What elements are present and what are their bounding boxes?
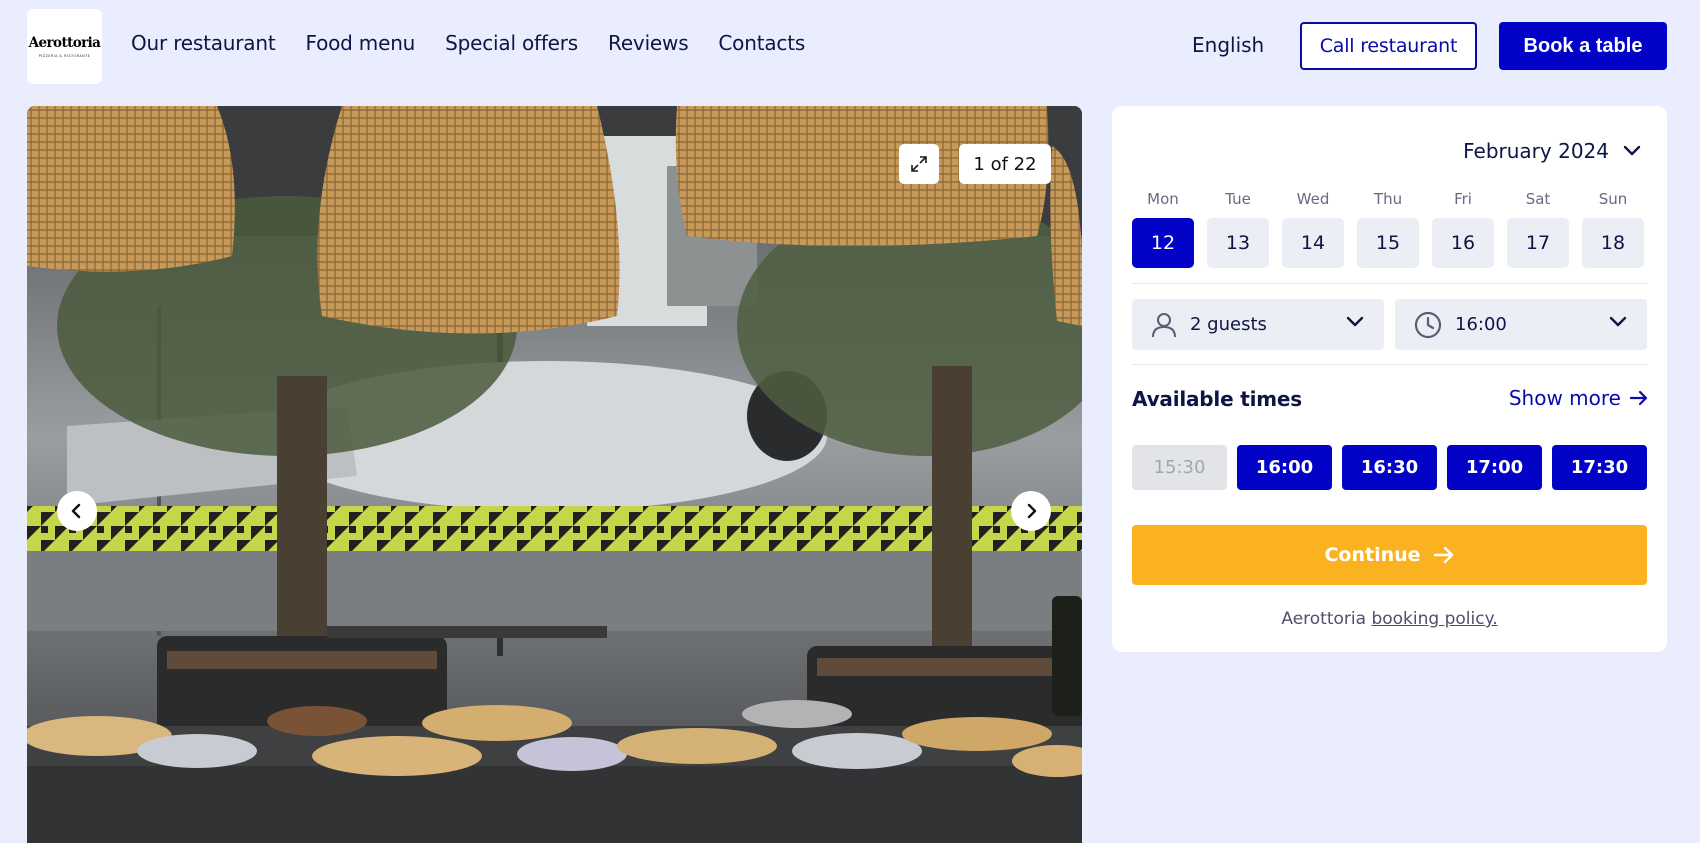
booking-panel: February 2024 Mon Tue Wed Thu Fri Sat Su…	[1112, 106, 1667, 652]
time-slot[interactable]: 17:30	[1552, 445, 1647, 490]
continue-label: Continue	[1324, 544, 1421, 566]
chevron-down-icon	[1609, 316, 1627, 327]
call-restaurant-button[interactable]: Call restaurant	[1300, 22, 1477, 70]
next-photo-button[interactable]	[1011, 491, 1051, 531]
day-button[interactable]: 14	[1282, 218, 1344, 268]
arrow-right-icon	[1433, 546, 1453, 564]
photo-counter: 1 of 22	[959, 144, 1051, 184]
clock-icon	[1414, 311, 1442, 338]
month-label: February 2024	[1463, 139, 1609, 163]
weekday-header: Mon Tue Wed Thu Fri Sat Sun	[1132, 190, 1644, 208]
language-selector[interactable]: English	[1192, 33, 1264, 57]
day-button[interactable]: 13	[1207, 218, 1269, 268]
day-button[interactable]: 18	[1582, 218, 1644, 268]
time-slots: 15:30 16:00 16:30 17:00 17:30	[1132, 445, 1647, 490]
weekday-label: Tue	[1225, 190, 1251, 208]
previous-photo-button[interactable]	[57, 491, 97, 531]
time-slot[interactable]: 17:00	[1447, 445, 1542, 490]
restaurant-logo[interactable]: Aerottoria PIZZERIA & RISTORANTE	[27, 9, 102, 84]
nav-our-restaurant[interactable]: Our restaurant	[131, 31, 276, 55]
weekday-label: Sun	[1598, 190, 1628, 208]
weekday-label: Sat	[1525, 190, 1551, 208]
nav-food-menu[interactable]: Food menu	[305, 31, 415, 55]
day-button-selected[interactable]: 12	[1132, 218, 1194, 268]
available-times-title: Available times	[1132, 387, 1302, 411]
show-more-link[interactable]: Show more	[1509, 386, 1649, 410]
day-button[interactable]: 15	[1357, 218, 1419, 268]
logo-name: Aerottoria	[28, 35, 101, 51]
guests-value: 2 guests	[1190, 314, 1267, 335]
divider	[1132, 283, 1647, 284]
time-slot[interactable]: 16:30	[1342, 445, 1437, 490]
time-select[interactable]: 16:00	[1395, 299, 1647, 350]
day-button[interactable]: 17	[1507, 218, 1569, 268]
expand-gallery-button[interactable]	[899, 144, 939, 184]
arrow-right-icon	[1629, 390, 1648, 406]
day-picker: 12 13 14 15 16 17 18	[1132, 218, 1644, 268]
person-icon	[1152, 312, 1176, 337]
time-value: 16:00	[1455, 314, 1507, 335]
booking-policy-link[interactable]: booking policy.	[1371, 609, 1497, 629]
nav-contacts[interactable]: Contacts	[718, 31, 805, 55]
policy-prefix: Aerottoria	[1281, 609, 1367, 629]
book-table-button[interactable]: Book a table	[1499, 22, 1667, 70]
time-slot[interactable]: 16:00	[1237, 445, 1332, 490]
show-more-label: Show more	[1508, 386, 1621, 410]
nav-special-offers[interactable]: Special offers	[445, 31, 578, 55]
expand-icon	[911, 156, 927, 172]
restaurant-photo	[27, 106, 1082, 843]
weekday-label: Mon	[1147, 190, 1179, 208]
weekday-label: Fri	[1454, 190, 1472, 208]
photo-gallery[interactable]: 1 of 22	[27, 106, 1082, 843]
continue-button[interactable]: Continue	[1132, 525, 1647, 585]
chevron-left-icon	[71, 503, 81, 519]
chevron-down-icon	[1346, 316, 1364, 327]
chevron-down-icon	[1623, 145, 1641, 156]
divider	[1132, 364, 1647, 365]
guests-select[interactable]: 2 guests	[1132, 299, 1384, 350]
day-button[interactable]: 16	[1432, 218, 1494, 268]
chevron-right-icon	[1027, 503, 1037, 519]
nav-reviews[interactable]: Reviews	[608, 31, 689, 55]
weekday-label: Wed	[1296, 190, 1330, 208]
booking-policy-text: Aerottoria booking policy.	[1112, 609, 1667, 629]
logo-tagline: PIZZERIA & RISTORANTE	[38, 54, 91, 58]
month-selector[interactable]: February 2024	[1463, 139, 1641, 163]
main-nav: Our restaurant Food menu Special offers …	[131, 31, 805, 55]
time-slot-unavailable: 15:30	[1132, 445, 1227, 490]
weekday-label: Thu	[1373, 190, 1403, 208]
